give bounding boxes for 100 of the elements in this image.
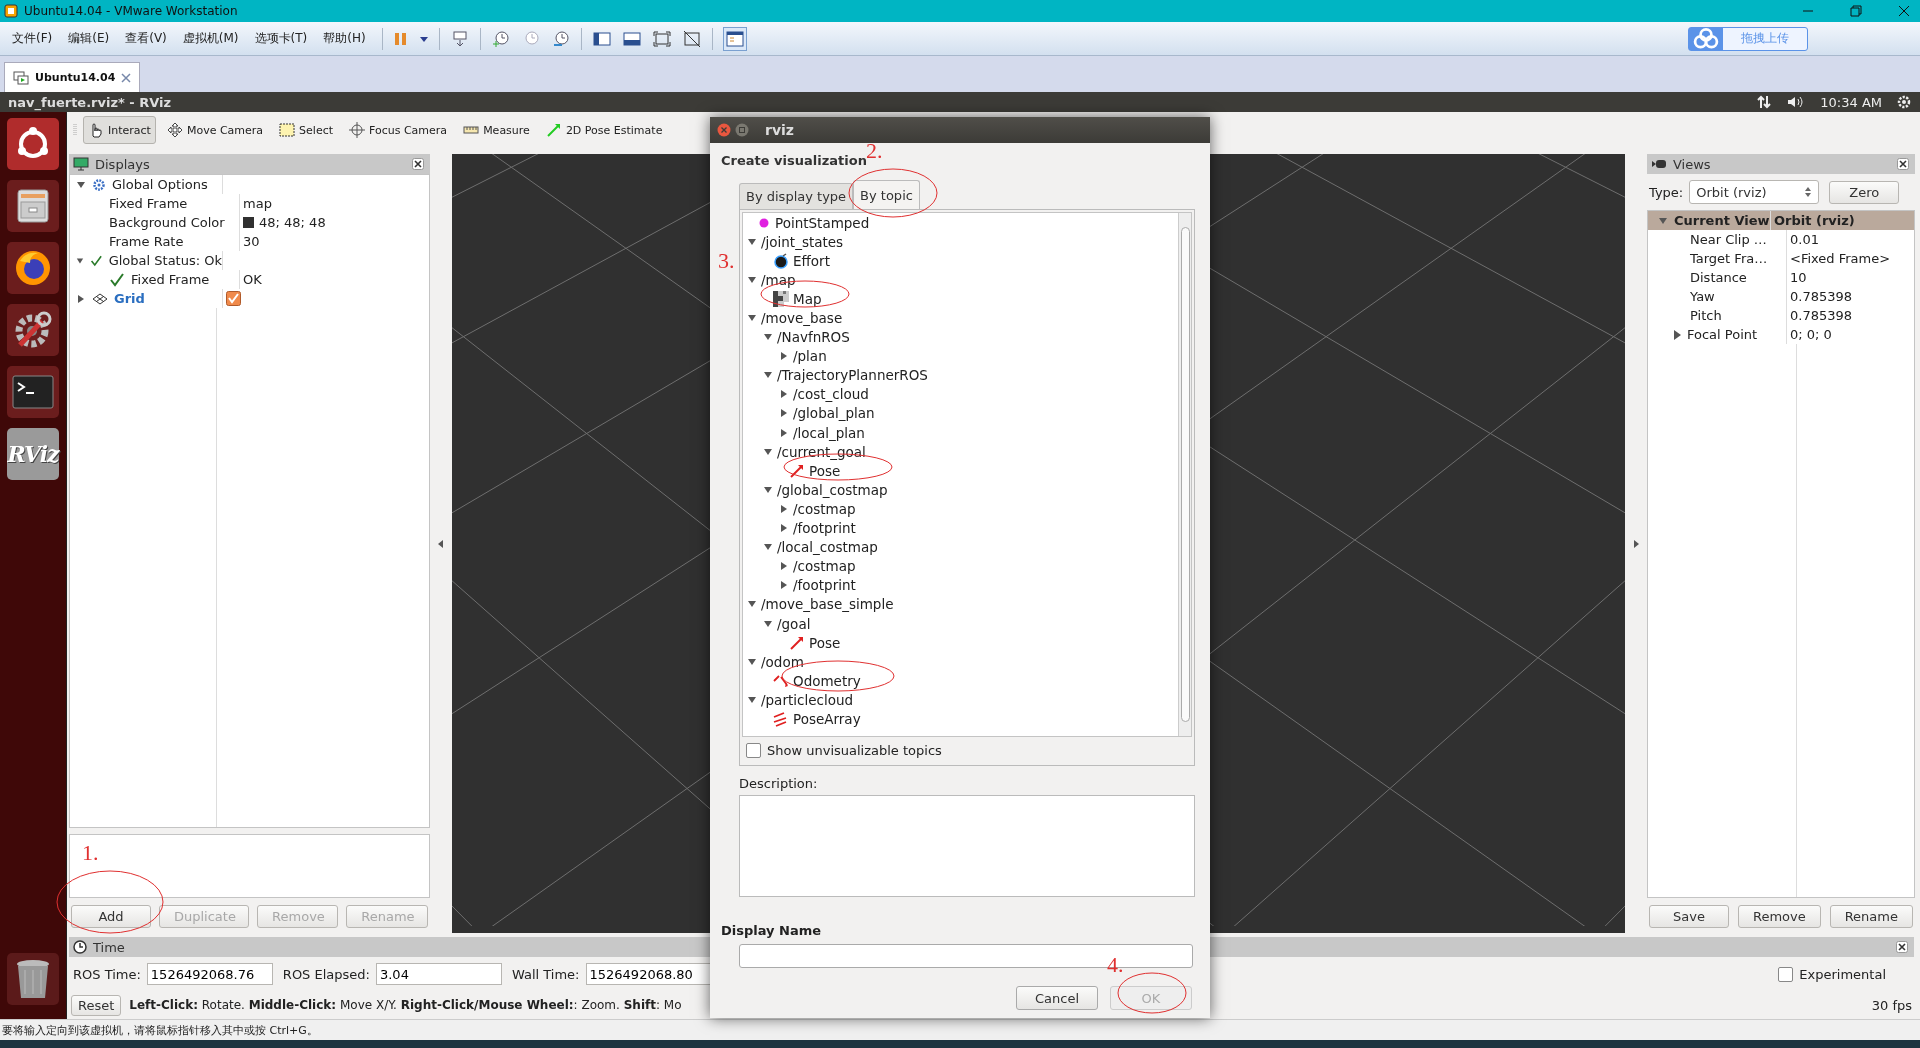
collapse-arrow-icon[interactable] <box>438 539 444 548</box>
topic-name[interactable]: /plan <box>793 348 827 365</box>
trash-launcher-icon[interactable] <box>7 953 59 1005</box>
expand-arrow-icon[interactable] <box>779 427 789 438</box>
menu-item[interactable]: 选项卡(T) <box>254 30 308 47</box>
display-type-name[interactable]: Effort <box>793 252 830 269</box>
topic-name[interactable]: /costmap <box>793 500 856 517</box>
menu-item[interactable]: 帮助(H) <box>323 30 366 47</box>
topic-name[interactable]: /costmap <box>793 558 856 575</box>
expand-arrow-icon[interactable] <box>763 446 773 457</box>
topic-name[interactable]: /odom <box>761 653 804 670</box>
tab[interactable]: By display type <box>739 183 854 209</box>
expand-arrow-icon[interactable] <box>763 484 773 495</box>
checkbox[interactable] <box>226 291 241 306</box>
settings-launcher-icon[interactable] <box>7 304 59 356</box>
topic-name[interactable]: /goal <box>777 615 811 632</box>
terminal-launcher-icon[interactable] <box>7 366 59 418</box>
ros-elapsed-field[interactable]: 3.04 <box>375 963 502 985</box>
display-type-name[interactable]: Map <box>793 290 822 307</box>
topic-name[interactable]: /local_costmap <box>777 539 878 556</box>
tool-button[interactable]: Move Camera <box>161 116 269 144</box>
expand-arrow-icon[interactable] <box>779 561 789 572</box>
display-type-name[interactable]: Pose <box>809 634 841 651</box>
caret-icon[interactable] <box>418 34 429 43</box>
topic-name[interactable]: /global_plan <box>793 405 875 422</box>
zero-button[interactable]: Zero <box>1829 180 1900 204</box>
display-type-name[interactable]: PointStamped <box>775 214 870 231</box>
expand-arrow-icon[interactable] <box>747 694 757 705</box>
expand-arrow-icon[interactable] <box>747 274 757 285</box>
menu-item[interactable]: 编辑(E) <box>68 30 110 47</box>
network-arrows-icon[interactable] <box>1756 94 1773 110</box>
color-swatch[interactable] <box>243 217 254 228</box>
topic-name[interactable]: /cost_cloud <box>793 386 869 403</box>
expand-arrow-icon[interactable] <box>779 503 789 514</box>
scrollbar[interactable] <box>1178 213 1191 736</box>
restore-icon[interactable] <box>1848 3 1864 19</box>
topic-name[interactable]: /TrajectoryPlannerROS <box>777 367 928 384</box>
expand-arrow-icon[interactable] <box>747 313 757 323</box>
display-type-name[interactable]: Pose <box>809 462 841 479</box>
topic-name[interactable]: /map <box>761 271 796 288</box>
tool-button[interactable]: Focus Camera <box>344 116 453 144</box>
topic-name[interactable]: /footprint <box>793 577 856 594</box>
maximize-icon[interactable] <box>735 123 749 137</box>
type-dropdown[interactable]: Orbit (rviz) <box>1689 180 1820 204</box>
tab[interactable]: By topic <box>853 180 920 209</box>
menu-item[interactable]: 查看(V) <box>125 30 167 47</box>
checkbox[interactable] <box>746 742 761 758</box>
close-icon[interactable] <box>1896 3 1912 19</box>
fullscreen-icon[interactable] <box>651 28 672 49</box>
expand-arrow-icon[interactable] <box>779 523 789 534</box>
topic-name[interactable]: /current_goal <box>777 443 866 460</box>
unity-view-icon[interactable] <box>681 28 702 49</box>
display-type-name[interactable]: PoseArray <box>793 711 861 727</box>
expand-arrow-icon[interactable] <box>779 351 789 362</box>
close-icon[interactable] <box>1896 941 1908 953</box>
menu-item[interactable]: 虚拟机(M) <box>182 30 239 47</box>
expand-arrow-icon[interactable] <box>747 236 757 247</box>
browser-launcher-icon[interactable] <box>7 242 59 294</box>
reset-button[interactable]: Reset <box>71 994 122 1016</box>
expand-arrow-icon[interactable] <box>76 293 86 304</box>
expand-arrow-icon[interactable] <box>779 408 789 419</box>
expand-arrow-icon[interactable] <box>747 656 757 667</box>
topic-name[interactable]: /global_costmap <box>777 481 888 498</box>
snapshot-icon[interactable] <box>490 28 511 49</box>
topic-name[interactable]: /particlecloud <box>761 691 854 708</box>
display-name[interactable]: Grid <box>114 291 145 306</box>
expand-arrow-icon[interactable] <box>1658 215 1668 226</box>
menu-item[interactable]: 文件(F) <box>12 30 53 47</box>
expand-arrow-icon[interactable] <box>779 389 789 400</box>
topic-name[interactable]: /local_plan <box>793 424 865 441</box>
topic-name[interactable]: /NavfnROS <box>777 329 850 346</box>
window-view-icon[interactable] <box>722 26 747 51</box>
checkbox[interactable] <box>1778 966 1794 982</box>
gear-icon[interactable] <box>1896 94 1912 110</box>
expand-arrow-icon[interactable] <box>76 179 86 190</box>
tool-button[interactable]: Interact <box>83 116 156 144</box>
topic-name[interactable]: /footprint <box>793 520 856 537</box>
tool-button[interactable]: 2D Pose Estimate <box>540 116 668 144</box>
expand-arrow-icon[interactable] <box>1674 329 1681 340</box>
panel-button[interactable]: Add <box>71 905 151 928</box>
clock[interactable]: 10:34 AM <box>1820 94 1882 110</box>
collapse-arrow-icon[interactable] <box>1633 539 1639 548</box>
topic-name[interactable]: /move_base_simple <box>761 596 894 613</box>
panel-button[interactable]: Remove <box>1737 905 1821 928</box>
vm-tab[interactable]: Ubuntu14.04 <box>4 62 141 92</box>
dash-launcher-icon[interactable] <box>7 118 59 170</box>
tool-button[interactable]: Measure <box>458 116 535 144</box>
expand-arrow-icon[interactable] <box>763 618 773 629</box>
close-icon[interactable] <box>1897 158 1909 170</box>
panel-button[interactable]: Rename <box>1829 905 1913 928</box>
ros-time-field[interactable]: 1526492068.76 <box>146 963 273 985</box>
wall-time-field[interactable]: 1526492068.80 <box>585 963 712 985</box>
display-type-name[interactable]: Odometry <box>793 672 861 689</box>
expand-arrow-icon[interactable] <box>779 580 789 591</box>
close-icon[interactable] <box>412 158 424 170</box>
dialog-button[interactable]: Cancel <box>1016 986 1098 1010</box>
tool-button[interactable]: Select <box>274 116 339 144</box>
topic-name[interactable]: /move_base <box>761 310 843 326</box>
files-launcher-icon[interactable] <box>7 180 59 232</box>
topic-name[interactable]: /joint_states <box>761 233 844 250</box>
